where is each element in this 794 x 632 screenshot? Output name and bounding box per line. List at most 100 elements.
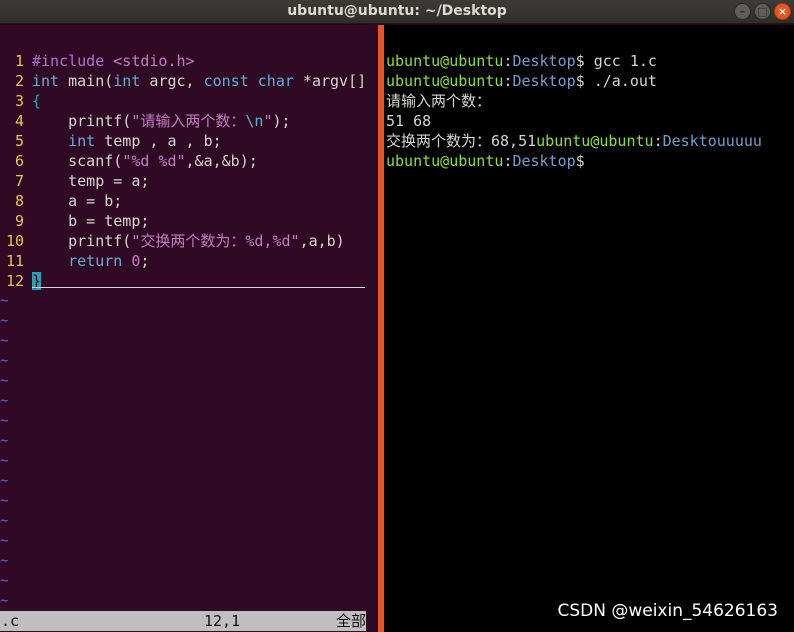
empty-line-tilde: ~: [0, 573, 9, 589]
terminal-text: 51 68: [386, 112, 432, 130]
code-token: ,&a,&b);: [185, 152, 258, 170]
code-token: main(: [59, 72, 114, 90]
code-token: ,a,b): [299, 232, 345, 250]
line-number: 9: [14, 212, 24, 230]
line-number: 5: [14, 132, 24, 150]
code-token: const: [203, 72, 249, 90]
prompt-user: ubuntu@ubuntu: [386, 52, 504, 70]
code-token: a = b;: [32, 192, 123, 210]
code-token: printf(: [32, 112, 132, 130]
line-number: 12: [5, 272, 24, 290]
prompt-path: Desktop: [512, 52, 576, 70]
window-titlebar[interactable]: ubuntu@ubuntu: ~/Desktop – □ ×: [0, 0, 794, 24]
code-token: temp , a , b;: [95, 132, 222, 150]
terminal-text: 交换两个数为：68,51: [386, 132, 537, 150]
prompt-path: Desktouuuuu: [662, 132, 762, 150]
code-token: argc,: [140, 72, 204, 90]
code-line[interactable]: 12}: [0, 271, 42, 291]
terminal-line: ubuntu@ubuntu:Desktop$: [386, 151, 585, 171]
code-token: printf(: [32, 232, 132, 250]
prompt-user: ubuntu@ubuntu: [386, 152, 504, 170]
code-line[interactable]: 11 return 0;: [0, 251, 149, 271]
line-number: 4: [14, 112, 24, 130]
code-token: "%d %d": [122, 152, 186, 170]
empty-line-tilde: ~: [0, 453, 9, 469]
code-line[interactable]: 2 int main(int argc, const char *argv[]: [0, 71, 366, 91]
code-token: scanf(: [32, 152, 123, 170]
status-filename: 1.c: [0, 612, 20, 630]
maximize-button[interactable]: □: [754, 3, 771, 20]
code-token: "交换两个数为：%d,%d": [131, 232, 300, 250]
empty-line-tilde: ~: [0, 593, 9, 609]
code-token: return: [68, 252, 123, 270]
line-number: 11: [5, 252, 24, 270]
code-line[interactable]: 4 printf("请输入两个数：\n");: [0, 111, 291, 131]
terminal-line: ubuntu@ubuntu:Desktop$ ./a.out: [386, 71, 657, 91]
code-line[interactable]: 9 b = temp;: [0, 211, 149, 231]
line-number: 8: [14, 192, 24, 210]
code-token: int: [32, 72, 60, 90]
terminal-text: $ ./a.out: [575, 72, 657, 90]
terminal-line: 请输入两个数：: [386, 91, 491, 111]
window-title: ubuntu@ubuntu: ~/Desktop: [287, 3, 507, 19]
terminal-pane[interactable]: ubuntu@ubuntu:Desktop$ gcc 1.c ubuntu@ubu…: [384, 25, 794, 632]
code-line[interactable]: 3{: [0, 91, 41, 111]
status-cursor-position: 12,1: [204, 612, 241, 630]
code-token: \n: [245, 112, 264, 130]
cursor-line-underline: [32, 287, 365, 288]
code-line[interactable]: 8 a = b;: [0, 191, 122, 211]
code-line[interactable]: 10 printf("交换两个数为：%d,%d",a,b): [0, 231, 345, 251]
empty-line-tilde: ~: [0, 513, 9, 529]
terminal-line: 交换两个数为：68,51ubuntu@ubuntu:Desktouuuuu: [386, 131, 762, 151]
code-line[interactable]: 6 scanf("%d %d",&a,&b);: [0, 151, 258, 171]
status-scroll-indicator: 全部: [335, 612, 366, 630]
empty-line-tilde: ~: [0, 333, 9, 349]
line-number: 1: [14, 52, 24, 70]
prompt-user: ubuntu@ubuntu: [536, 132, 654, 150]
terminal-line: ubuntu@ubuntu:Desktop$ gcc 1.c: [386, 51, 657, 71]
empty-line-tilde: ~: [0, 493, 9, 509]
line-number: 3: [14, 92, 24, 110]
code-token: int: [68, 132, 96, 150]
code-token: temp = a;: [32, 172, 150, 190]
code-token: "请输入两个数：: [131, 112, 246, 130]
terminal-text: $: [575, 152, 585, 170]
empty-line-tilde: ~: [0, 413, 9, 429]
code-token: int: [113, 72, 141, 90]
code-token: {: [32, 92, 42, 110]
line-number: 2: [14, 72, 24, 90]
empty-line-tilde: ~: [0, 293, 9, 309]
close-button[interactable]: ×: [774, 3, 791, 20]
line-number: 7: [14, 172, 24, 190]
empty-line-tilde: ~: [0, 553, 9, 569]
code-token: b = temp;: [32, 212, 150, 230]
terminal-text: :: [653, 132, 663, 150]
prompt-path: Desktop: [512, 72, 576, 90]
terminal-line: 51 68: [386, 111, 431, 131]
code-line[interactable]: 5 int temp , a , b;: [0, 131, 222, 151]
code-token: *argv[]: [293, 72, 367, 90]
prompt-path: Desktop: [512, 152, 576, 170]
code-token: );: [272, 112, 291, 130]
code-line[interactable]: 7 temp = a;: [0, 171, 149, 191]
vim-status-line: 1.c 12,1 全部: [0, 611, 366, 631]
minimize-button[interactable]: –: [734, 3, 751, 20]
prompt-user: ubuntu@ubuntu: [386, 72, 504, 90]
code-token: ;: [140, 252, 150, 270]
code-line[interactable]: 1 #include <stdio.h>: [0, 51, 195, 71]
line-number: 6: [14, 152, 24, 170]
line-number: 10: [5, 232, 24, 250]
vim-editor-pane[interactable]: 1 #include <stdio.h> 2 int main(int argc, c…: [0, 25, 376, 632]
terminal-text: 请输入两个数：: [386, 92, 492, 110]
empty-line-tilde: ~: [0, 313, 9, 329]
empty-line-tilde: ~: [0, 373, 9, 389]
watermark: CSDN @weixin_54626163: [557, 601, 778, 621]
code-token: char: [257, 72, 294, 90]
empty-line-tilde: ~: [0, 473, 9, 489]
code-token: <stdio.h>: [113, 52, 195, 70]
code-token: #include: [32, 52, 105, 70]
